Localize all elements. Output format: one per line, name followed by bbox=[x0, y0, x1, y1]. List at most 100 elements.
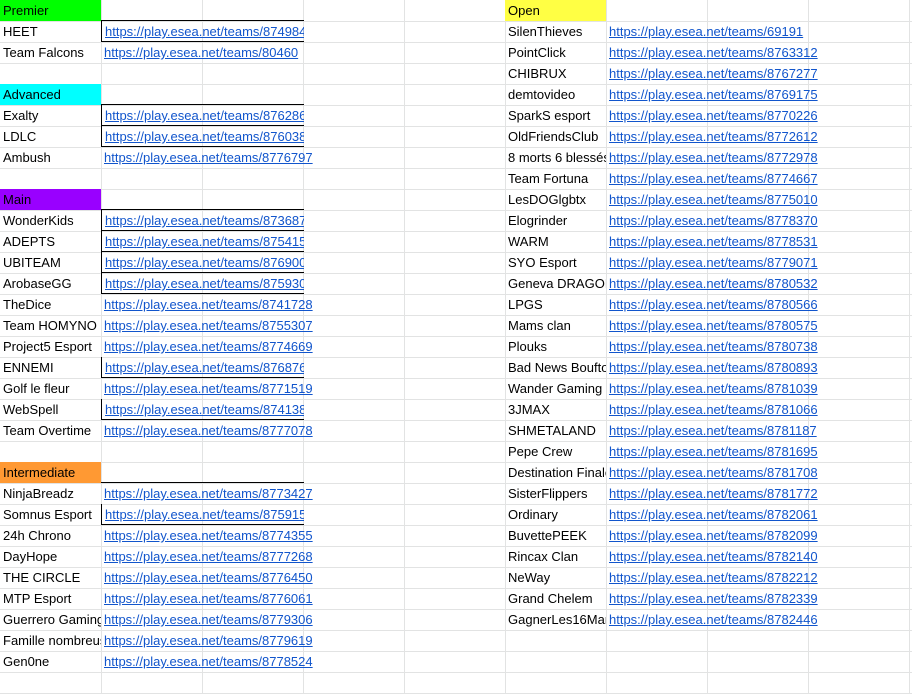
team-url-cell[interactable]: https://play.esea.net/teams/8779306 bbox=[101, 609, 321, 630]
team-url-link[interactable]: https://play.esea.net/teams/8779071 bbox=[609, 255, 818, 270]
team-url-link[interactable]: https://play.esea.net/teams/8782099 bbox=[609, 528, 818, 543]
team-url-cell[interactable]: https://play.esea.net/teams/8779619 bbox=[101, 630, 321, 651]
team-url-link[interactable]: https://play.esea.net/teams/8781039 bbox=[609, 381, 818, 396]
team-name-cell[interactable]: SisterFlippers bbox=[505, 483, 606, 504]
team-url-cell[interactable]: https://play.esea.net/teams/8782140 bbox=[606, 546, 826, 567]
team-url-link[interactable]: https://play.esea.net/teams/8741380 bbox=[105, 402, 304, 417]
team-url-link[interactable]: https://play.esea.net/teams/8778524 bbox=[104, 654, 313, 669]
team-url-cell[interactable]: https://play.esea.net/teams/8774355 bbox=[101, 525, 321, 546]
team-url-link[interactable]: https://play.esea.net/teams/8767277 bbox=[609, 66, 818, 81]
team-name-cell[interactable]: LPGS bbox=[505, 294, 606, 315]
team-url-cell[interactable]: https://play.esea.net/teams/8774669 bbox=[101, 336, 321, 357]
team-url-cell[interactable]: https://play.esea.net/teams/8781708 bbox=[606, 462, 826, 483]
team-url-link[interactable]: https://play.esea.net/teams/8775010 bbox=[609, 192, 818, 207]
team-url-cell[interactable]: https://play.esea.net/teams/8776061 bbox=[101, 588, 321, 609]
team-name-cell[interactable]: ADEPTS bbox=[0, 231, 101, 252]
team-url-link[interactable]: https://play.esea.net/teams/8772612 bbox=[609, 129, 818, 144]
section-header-advanced[interactable]: Advanced bbox=[0, 84, 101, 105]
team-url-link[interactable]: https://play.esea.net/teams/8759151 bbox=[105, 507, 304, 522]
team-url-cell[interactable]: https://play.esea.net/teams/8781039 bbox=[606, 378, 826, 399]
team-url-link[interactable]: https://play.esea.net/teams/8782061 bbox=[609, 507, 818, 522]
team-url-cell[interactable]: https://play.esea.net/teams/8770226 bbox=[606, 105, 826, 126]
team-name-cell[interactable]: Geneva DRAGONS bbox=[505, 273, 606, 294]
team-url-link[interactable]: https://play.esea.net/teams/8777268 bbox=[104, 549, 313, 564]
team-name-cell[interactable]: DayHope bbox=[0, 546, 101, 567]
team-url-link[interactable]: https://play.esea.net/teams/8776061 bbox=[104, 591, 313, 606]
team-url-cell[interactable]: https://play.esea.net/teams/8780738 bbox=[606, 336, 826, 357]
team-url-link[interactable]: https://play.esea.net/teams/8781708 bbox=[609, 465, 818, 480]
team-url-link[interactable]: https://play.esea.net/teams/8774667 bbox=[609, 171, 818, 186]
team-name-cell[interactable]: Guerrero Gaming bbox=[0, 609, 101, 630]
team-name-cell[interactable]: Bad News Bouftou bbox=[505, 357, 606, 378]
team-url-link[interactable]: https://play.esea.net/teams/8774355 bbox=[104, 528, 313, 543]
team-name-cell[interactable]: WARM bbox=[505, 231, 606, 252]
team-url-link[interactable]: https://play.esea.net/teams/8781772 bbox=[609, 486, 818, 501]
team-name-cell[interactable]: Plouks bbox=[505, 336, 606, 357]
team-name-cell[interactable]: Team Fortuna bbox=[505, 168, 606, 189]
header-spacer-cell[interactable] bbox=[101, 189, 304, 210]
team-url-link[interactable]: https://play.esea.net/teams/8780566 bbox=[609, 297, 818, 312]
team-url-cell[interactable]: https://play.esea.net/teams/8774667 bbox=[606, 168, 826, 189]
team-url-link[interactable]: https://play.esea.net/teams/8770226 bbox=[609, 108, 818, 123]
team-url-cell[interactable]: https://play.esea.net/teams/8776450 bbox=[101, 567, 321, 588]
team-url-link[interactable]: https://play.esea.net/teams/8781066 bbox=[609, 402, 818, 417]
team-name-cell[interactable]: NeWay bbox=[505, 567, 606, 588]
team-url-link[interactable]: https://play.esea.net/teams/8782212 bbox=[609, 570, 818, 585]
team-url-link[interactable]: https://play.esea.net/teams/8776450 bbox=[104, 570, 313, 585]
team-url-link[interactable]: https://play.esea.net/teams/8779306 bbox=[104, 612, 313, 627]
team-name-cell[interactable]: 8 morts 6 blessés bbox=[505, 147, 606, 168]
team-url-cell[interactable]: https://play.esea.net/teams/8759302 bbox=[101, 273, 304, 294]
team-name-cell[interactable]: Pepe Crew bbox=[505, 441, 606, 462]
team-url-link[interactable]: https://play.esea.net/teams/8762865 bbox=[105, 108, 304, 123]
team-url-cell[interactable]: https://play.esea.net/teams/8777268 bbox=[101, 546, 321, 567]
team-url-link[interactable]: https://play.esea.net/teams/69191 bbox=[609, 24, 803, 39]
team-url-link[interactable]: https://play.esea.net/teams/8769175 bbox=[609, 87, 818, 102]
header-spacer-cell[interactable] bbox=[101, 0, 304, 21]
team-url-link[interactable]: https://play.esea.net/teams/8782339 bbox=[609, 591, 818, 606]
team-url-cell[interactable]: https://play.esea.net/teams/69191 bbox=[606, 21, 826, 42]
team-url-cell[interactable]: https://play.esea.net/teams/8781772 bbox=[606, 483, 826, 504]
team-name-cell[interactable]: CHIBRUX bbox=[505, 63, 606, 84]
team-url-cell[interactable]: https://play.esea.net/teams/8741380 bbox=[101, 399, 304, 420]
team-url-cell[interactable]: https://play.esea.net/teams/8773427 bbox=[101, 483, 321, 504]
team-url-link[interactable]: https://play.esea.net/teams/8780575 bbox=[609, 318, 818, 333]
team-name-cell[interactable]: WebSpell bbox=[0, 399, 101, 420]
team-url-link[interactable]: https://play.esea.net/teams/8760389 bbox=[105, 129, 304, 144]
team-name-cell[interactable]: OldFriendsClub bbox=[505, 126, 606, 147]
team-url-link[interactable]: https://play.esea.net/teams/8736871 bbox=[105, 213, 304, 228]
team-url-link[interactable]: https://play.esea.net/teams/8780738 bbox=[609, 339, 818, 354]
team-url-cell[interactable]: https://play.esea.net/teams/8780893 bbox=[606, 357, 826, 378]
team-url-link[interactable]: https://play.esea.net/teams/8778370 bbox=[609, 213, 818, 228]
team-url-cell[interactable]: https://play.esea.net/teams/8779071 bbox=[606, 252, 826, 273]
team-url-link[interactable]: https://play.esea.net/teams/8768764 bbox=[105, 360, 304, 375]
team-url-cell[interactable]: https://play.esea.net/teams/8769175 bbox=[606, 84, 826, 105]
team-url-cell[interactable]: https://play.esea.net/teams/8762865 bbox=[101, 105, 304, 126]
team-name-cell[interactable]: Golf le fleur bbox=[0, 378, 101, 399]
team-name-cell[interactable]: NinjaBreadz bbox=[0, 483, 101, 504]
section-header-premier[interactable]: Premier bbox=[0, 0, 101, 21]
team-url-link[interactable]: https://play.esea.net/teams/8776797 bbox=[104, 150, 313, 165]
team-url-cell[interactable]: https://play.esea.net/teams/8780575 bbox=[606, 315, 826, 336]
team-url-link[interactable]: https://play.esea.net/teams/8777078 bbox=[104, 423, 313, 438]
team-url-link[interactable]: https://play.esea.net/teams/8773427 bbox=[104, 486, 313, 501]
team-url-link[interactable]: https://play.esea.net/teams/8759302 bbox=[105, 276, 304, 291]
team-url-cell[interactable]: https://play.esea.net/teams/8781187 bbox=[606, 420, 826, 441]
team-name-cell[interactable]: TheDice bbox=[0, 294, 101, 315]
section-header-intermediate[interactable]: Intermediate bbox=[0, 462, 101, 483]
team-url-link[interactable]: https://play.esea.net/teams/8772978 bbox=[609, 150, 818, 165]
team-url-cell[interactable]: https://play.esea.net/teams/8777078 bbox=[101, 420, 321, 441]
team-name-cell[interactable]: ENNEMI bbox=[0, 357, 101, 378]
team-url-link[interactable]: https://play.esea.net/teams/8749846 bbox=[105, 24, 304, 39]
team-url-cell[interactable]: https://play.esea.net/teams/8736871 bbox=[101, 210, 304, 231]
team-name-cell[interactable]: Elogrinder bbox=[505, 210, 606, 231]
team-url-link[interactable]: https://play.esea.net/teams/80460 bbox=[104, 45, 298, 60]
team-name-cell[interactable]: Rincax Clan bbox=[505, 546, 606, 567]
team-name-cell[interactable]: Team Falcons bbox=[0, 42, 101, 63]
team-name-cell[interactable]: UBITEAM bbox=[0, 252, 101, 273]
team-name-cell[interactable]: SYO Esport bbox=[505, 252, 606, 273]
team-url-cell[interactable]: https://play.esea.net/teams/8772978 bbox=[606, 147, 826, 168]
team-url-cell[interactable]: https://play.esea.net/teams/8769006 bbox=[101, 252, 304, 273]
team-url-cell[interactable]: https://play.esea.net/teams/8782099 bbox=[606, 525, 826, 546]
team-url-cell[interactable]: https://play.esea.net/teams/8780566 bbox=[606, 294, 826, 315]
team-name-cell[interactable]: Exalty bbox=[0, 105, 101, 126]
